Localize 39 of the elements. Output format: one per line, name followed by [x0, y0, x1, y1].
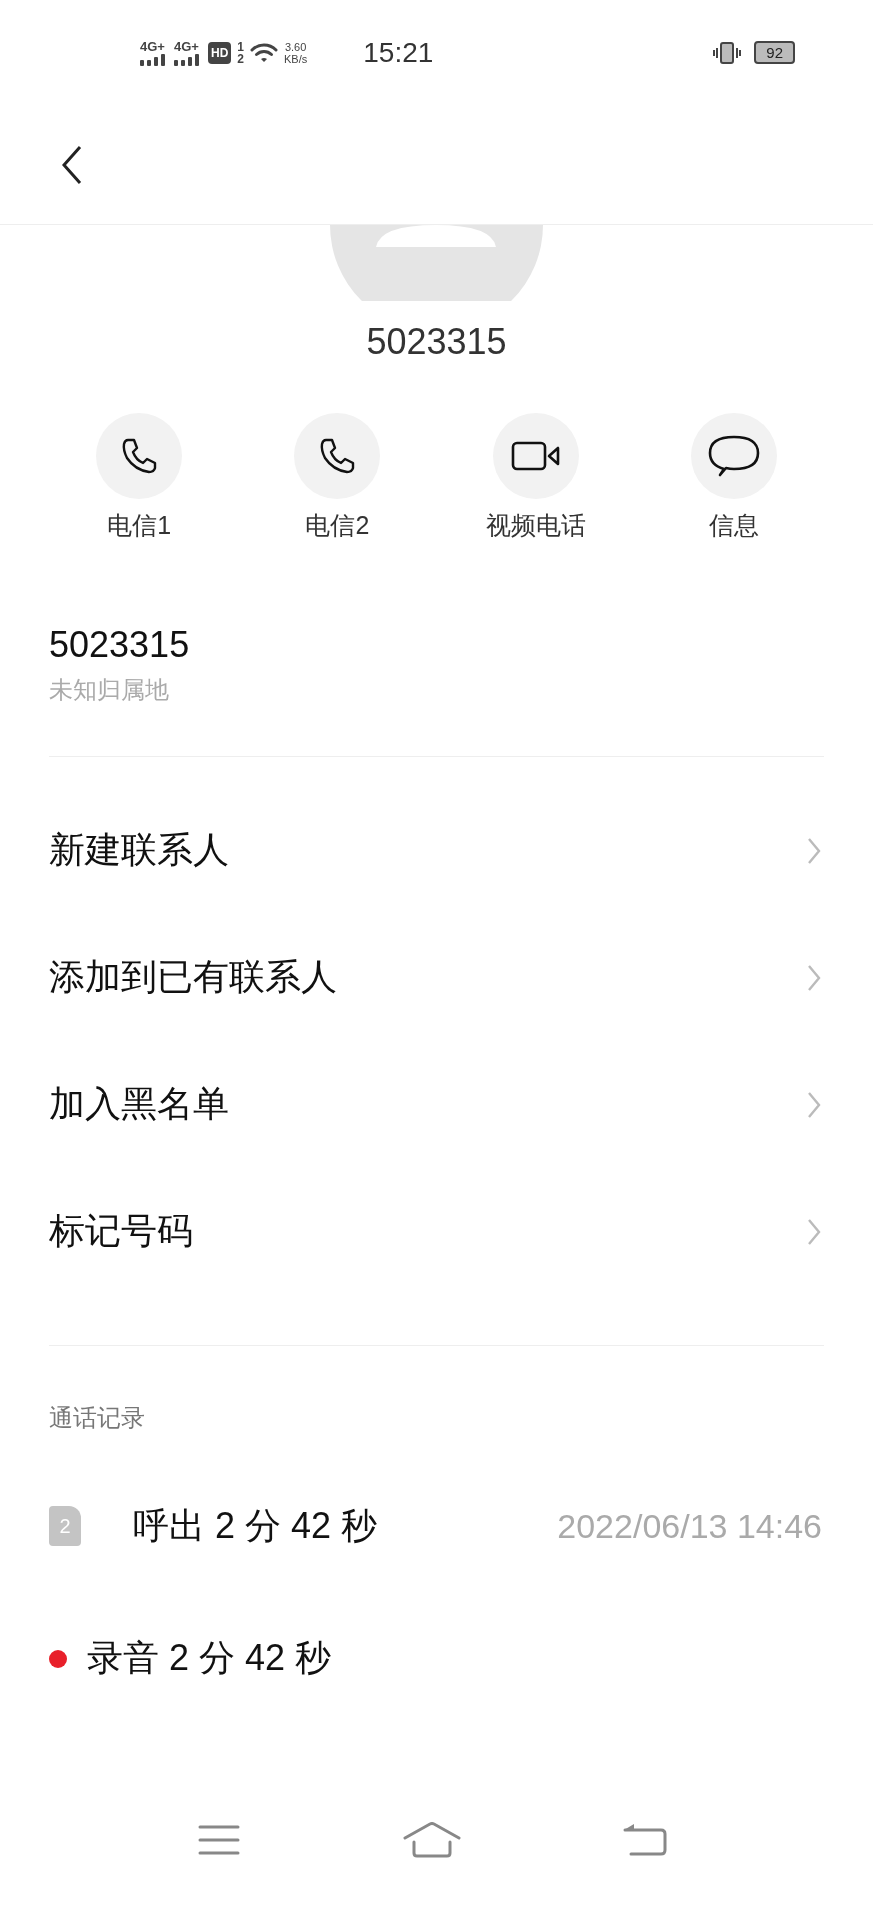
- video-camera-icon: [510, 440, 561, 472]
- speed-unit: KB/s: [284, 52, 308, 65]
- call-button[interactable]: 电信1: [40, 413, 239, 542]
- network-type: 4G+: [174, 39, 199, 53]
- chevron-icon: [807, 836, 821, 865]
- clock: 15:21: [363, 36, 434, 69]
- menu-icon[interactable]: [198, 1824, 240, 1856]
- phone-number: 5023315: [49, 624, 191, 666]
- menu-item[interactable]: 添加到已有联系人: [0, 914, 873, 1041]
- back-icon[interactable]: [623, 1822, 667, 1858]
- speed-value: 3.60: [284, 40, 307, 53]
- chevron-icon: [807, 963, 821, 992]
- menu-item[interactable]: 新建联系人: [0, 787, 873, 914]
- speech-bubble-icon: [707, 434, 760, 478]
- home-icon[interactable]: [402, 1822, 461, 1858]
- section-title: 通话记录: [48, 1403, 146, 1433]
- hd-badge: HD: [208, 41, 232, 64]
- video-call-button[interactable]: 视频电话: [436, 413, 635, 542]
- sim-card-icon: 2: [49, 1506, 81, 1546]
- menu-item[interactable]: 加入黑名单: [0, 1041, 873, 1168]
- chevron-icon: [807, 1217, 821, 1246]
- battery-indicator: 92: [754, 41, 795, 64]
- wifi-icon: [250, 41, 279, 64]
- message-button[interactable]: 信息: [634, 413, 833, 542]
- vibrate-icon: [712, 40, 743, 65]
- signal-icon: [174, 53, 202, 66]
- sim-number: 1: [237, 40, 245, 53]
- menu-item[interactable]: 标记号码: [0, 1168, 873, 1295]
- network-type: 4G+: [140, 39, 165, 53]
- sim-number: 2: [237, 52, 245, 65]
- back-button[interactable]: [62, 144, 82, 185]
- recording-item[interactable]: 录音 2 分 42 秒: [87, 1634, 332, 1683]
- call-duration: 呼出 2 分 42 秒: [133, 1503, 379, 1548]
- chevron-icon: [807, 1090, 821, 1119]
- call-time: 2022/06/13 14:46: [557, 1506, 822, 1546]
- number-location: 未知归属地: [49, 675, 170, 705]
- call-button[interactable]: 电信2: [238, 413, 437, 542]
- contact-name: 5023315: [365, 321, 508, 363]
- signal-icon: [140, 53, 168, 66]
